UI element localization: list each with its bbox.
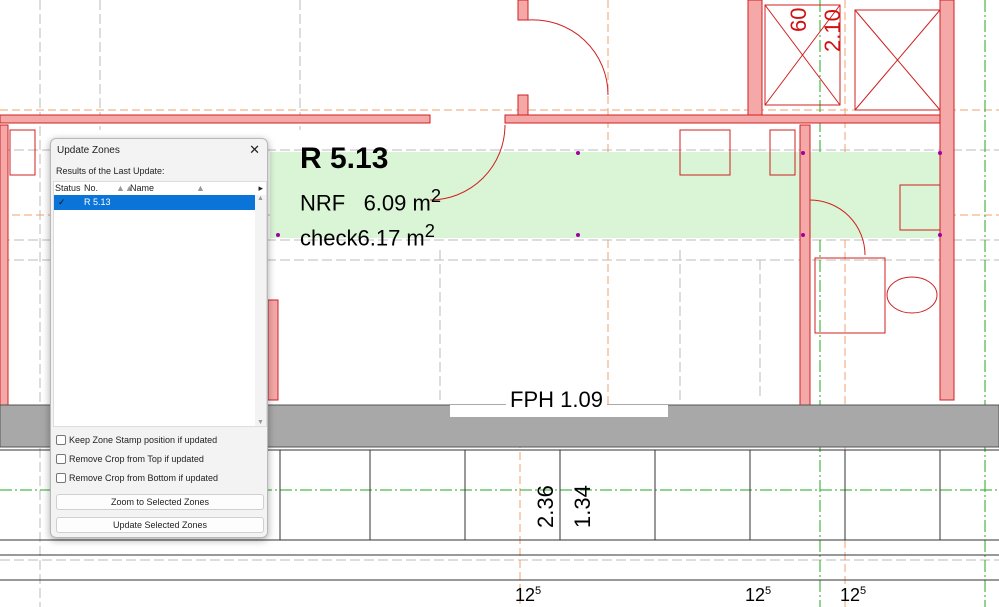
- fph-label: FPH 1.09: [506, 387, 607, 413]
- check-icon: ✓: [58, 197, 66, 207]
- column-status[interactable]: Status: [55, 182, 81, 195]
- dimension-vertical-2: 1.34: [570, 485, 595, 528]
- dialog-title: Update Zones: [57, 145, 120, 156]
- zone-stamp-number[interactable]: R 5.13: [300, 142, 388, 176]
- zone-stamp-check: check6.17 m2: [300, 220, 435, 251]
- dimension-vertical-1: 2.36: [533, 485, 558, 528]
- nrf-label: NRF: [300, 190, 346, 216]
- dimension-bottom-2: 125: [745, 585, 772, 605]
- remove-crop-bottom-checkbox[interactable]: Remove Crop from Bottom if updated: [56, 473, 218, 483]
- results-list[interactable]: Status No. ▲▲ Name ▲ ▸ ✓ R 5.13 ▲ ▼: [53, 181, 267, 427]
- column-no[interactable]: No.: [84, 182, 98, 195]
- check-label: check: [300, 225, 358, 251]
- keep-stamp-checkbox[interactable]: Keep Zone Stamp position if updated: [56, 435, 217, 445]
- vertical-scrollbar[interactable]: ▲ ▼: [255, 195, 266, 426]
- close-icon[interactable]: ✕: [249, 142, 260, 158]
- zoom-to-selected-button[interactable]: Zoom to Selected Zones: [56, 494, 264, 510]
- check-exp: 2: [424, 220, 435, 241]
- nrf-value: 6.09 m: [363, 190, 431, 216]
- remove-crop-top-checkbox[interactable]: Remove Crop from Top if updated: [56, 454, 204, 464]
- dimension-red-1: 60: [786, 7, 811, 32]
- dimension-red-2: 2.10: [820, 9, 845, 52]
- results-label: Results of the Last Update:: [56, 166, 165, 176]
- row-number: R 5.13: [84, 197, 111, 207]
- sort-icon: ▲: [196, 183, 205, 193]
- dimension-bottom-3: 125: [840, 585, 867, 605]
- nrf-exp: 2: [430, 185, 442, 206]
- update-selected-button[interactable]: Update Selected Zones: [56, 517, 264, 533]
- check-value: 6.17 m: [357, 225, 425, 251]
- update-zones-dialog: Update Zones ✕ Results of the Last Updat…: [50, 138, 268, 538]
- zone-stamp-nrf: NRF 6.09 m2: [300, 185, 441, 216]
- table-row[interactable]: ✓ R 5.13: [54, 195, 256, 210]
- scroll-right-icon[interactable]: ▸: [258, 182, 263, 195]
- column-name[interactable]: Name: [130, 182, 154, 195]
- dimension-bottom-1: 125: [515, 585, 542, 605]
